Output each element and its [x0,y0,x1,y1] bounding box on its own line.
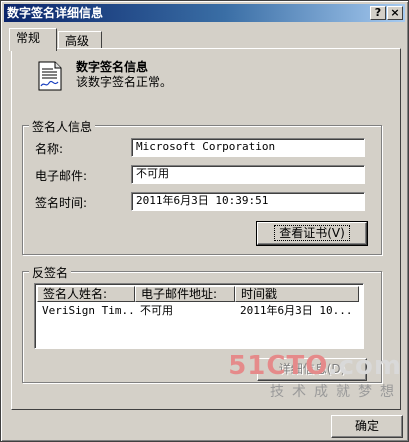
row-timestamp: 2011年6月3日 10... [240,304,353,317]
list-header: 签名人姓名: 电子邮件地址: 时间戳 [37,286,359,302]
title-bar: 数字签名详细信息 ? × [4,4,405,22]
column-signer-name[interactable]: 签名人姓名: [37,286,135,302]
view-certificate-button[interactable]: 查看证书(V) [256,221,368,246]
row-signer-name: VeriSign Tim... [42,304,135,317]
help-button[interactable]: ? [370,6,386,20]
tab-advanced-label: 高级 [65,34,90,48]
ok-button[interactable]: 确定 [331,415,403,438]
signer-info-legend: 签名人信息 [29,118,96,135]
signed-document-icon [37,61,63,91]
list-item[interactable]: VeriSign Tim... 不可用 2011年6月3日 10... [37,303,359,319]
window-title: 数字签名详细信息 [7,6,104,20]
column-email[interactable]: 电子邮件地址: [135,286,235,302]
info-message: 该数字签名正常。 [76,75,173,89]
signing-time-label: 签名时间: [35,196,88,210]
name-field[interactable]: Microsoft Corporation [131,138,365,157]
tab-advanced[interactable]: 高级 [58,31,102,49]
tab-general[interactable]: 常规 [9,28,57,51]
countersignature-group: 反签名 签名人姓名: 电子邮件地址: 时间戳 VeriSign Tim... 不… [22,264,382,383]
signing-time-field[interactable]: 2011年6月3日 10:39:51 [131,192,365,211]
countersignature-list[interactable]: 签名人姓名: 电子邮件地址: 时间戳 VeriSign Tim... 不可用 2… [34,283,364,349]
details-button[interactable]: 详细信息(D) [257,358,367,381]
email-label: 电子邮件: [35,169,88,183]
column-timestamp[interactable]: 时间戳 [235,286,359,302]
row-email: 不可用 [140,304,173,317]
general-tab-panel: 数字签名信息 该数字签名正常。 签名人信息 名称: Microsoft Corp… [11,48,401,410]
name-label: 名称: [35,142,64,156]
email-field[interactable]: 不可用 [131,165,365,184]
signer-info-group: 签名人信息 名称: Microsoft Corporation 电子邮件: 不可… [22,118,382,255]
dialog-window: 数字签名详细信息 ? × 常规 高级 数字签名信息 该数字签名正常。 签名人信息 [0,0,409,442]
countersignature-legend: 反签名 [29,264,72,281]
close-button[interactable]: × [387,6,403,20]
tab-general-label: 常规 [16,31,41,45]
view-certificate-label: 查看证书(V) [274,225,350,241]
